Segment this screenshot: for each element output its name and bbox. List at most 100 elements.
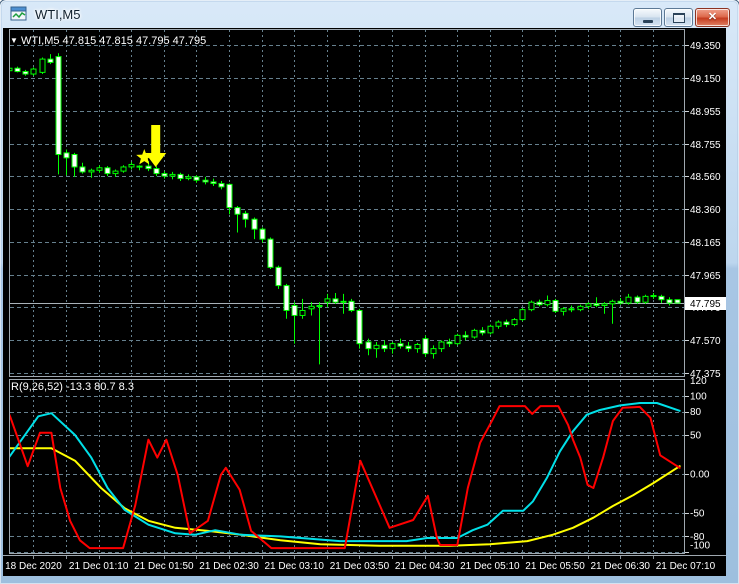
candle (496, 322, 501, 326)
candle (260, 229, 265, 239)
candle (545, 301, 550, 305)
candle (333, 299, 338, 302)
candle (635, 297, 640, 302)
candle (341, 301, 346, 302)
candle (129, 164, 134, 166)
ohlc-header: ▼ WTI,M5 47.815 47.815 47.795 47.795 (10, 35, 206, 47)
restore-button[interactable] (664, 8, 693, 27)
candle (309, 306, 314, 308)
candle (463, 335, 468, 337)
candle (553, 301, 558, 312)
oscillator-lines (7, 403, 680, 548)
candle (667, 300, 672, 303)
candle (423, 339, 428, 354)
indicator-line-red (7, 406, 680, 548)
candle (154, 169, 159, 174)
candle (113, 171, 118, 173)
time-axis-label: 21 Dec 04:30 (395, 561, 455, 572)
osc-axis-label: 0.00 (690, 470, 710, 481)
window-controls: ✕ (633, 8, 730, 27)
main-panel-frame (10, 30, 685, 377)
candle (472, 330, 477, 337)
candle (284, 286, 289, 311)
candle (31, 69, 36, 74)
time-axis-label: 21 Dec 05:50 (525, 561, 585, 572)
close-button[interactable]: ✕ (695, 8, 730, 27)
candle (504, 322, 509, 324)
price-axis-label: 47.570 (690, 336, 721, 347)
window-title: WTI,M5 (35, 7, 81, 22)
current-price-label: 47.795 (690, 299, 721, 310)
time-axis-label: 21 Dec 07:10 (656, 561, 716, 572)
candle (357, 310, 362, 343)
candle (105, 168, 110, 174)
candle (268, 239, 273, 267)
candle (659, 296, 664, 299)
candle (390, 344, 395, 349)
candle (578, 306, 583, 309)
candle (520, 310, 525, 320)
candle (137, 166, 142, 167)
candle (415, 344, 420, 348)
candle (586, 304, 591, 306)
candle (382, 345, 387, 348)
price-axis-label: 48.955 (690, 107, 721, 118)
ohlc-values: 47.815 47.815 47.795 47.795 (63, 35, 207, 47)
time-axis-label: 18 Dec 2020 (5, 561, 62, 572)
chart-canvas[interactable]: 49.35049.15048.95548.75548.56048.36048.1… (3, 28, 726, 576)
candle (594, 304, 599, 306)
candle (170, 174, 175, 176)
candle (194, 177, 199, 180)
candle (243, 213, 248, 219)
restore-icon (673, 13, 685, 23)
candle (252, 219, 257, 229)
candle (235, 208, 240, 215)
time-axis-label: 21 Dec 05:10 (460, 561, 520, 572)
candle (80, 167, 85, 172)
close-icon: ✕ (708, 12, 717, 23)
candle (480, 330, 485, 332)
candle (15, 68, 20, 71)
candle (561, 309, 566, 311)
sell-arrow-icon (145, 125, 166, 167)
time-axis-label: 21 Dec 01:50 (134, 561, 194, 572)
candle (618, 301, 623, 303)
candle (349, 301, 354, 310)
price-axis-label: 48.360 (690, 205, 721, 216)
price-axis-label: 48.755 (690, 140, 721, 151)
candle (651, 296, 656, 297)
candle (146, 166, 151, 168)
collapse-arrow-icon[interactable]: ▼ (10, 36, 18, 45)
time-axis-label: 21 Dec 06:30 (591, 561, 651, 572)
candle (455, 335, 460, 343)
star-icon (136, 149, 152, 164)
candle (602, 304, 607, 306)
window-titlebar[interactable]: WTI,M5 ✕ (0, 0, 739, 28)
osc-axis-label: 80 (690, 407, 702, 418)
candle (374, 345, 379, 348)
candle (64, 153, 69, 158)
minimize-button[interactable] (633, 8, 662, 27)
candle (121, 167, 126, 171)
candle (488, 326, 493, 333)
candle (219, 184, 224, 187)
indicator-name: R(9,26,52) (11, 381, 63, 393)
candle (23, 72, 28, 74)
candle (317, 305, 322, 306)
candle (89, 170, 94, 172)
candle (626, 297, 631, 303)
indicator-label: R(9,26,52) -13.3 80.7 8.3 (11, 381, 134, 393)
candle (72, 155, 77, 167)
osc-axis-label: -100 (690, 541, 710, 552)
osc-axis-label: 120 (690, 376, 707, 387)
candle (569, 309, 574, 310)
candle (325, 299, 330, 302)
candle (186, 177, 191, 179)
candle (447, 342, 452, 344)
osc-axis-label: -50 (690, 509, 705, 520)
time-axis-label: 21 Dec 03:50 (330, 561, 390, 572)
candle (398, 344, 403, 346)
indicator-values: -13.3 80.7 8.3 (66, 381, 134, 393)
indicator-line-cyan (7, 403, 680, 541)
candle (48, 59, 53, 62)
